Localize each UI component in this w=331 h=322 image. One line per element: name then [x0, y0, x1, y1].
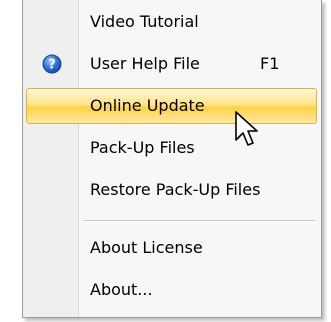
menu-item-label: About... [90, 280, 153, 299]
menu-item-label: Pack-Up Files [90, 138, 195, 157]
menu-item-online-update[interactable]: Online Update [26, 88, 317, 124]
menu-item-label: About License [90, 238, 203, 257]
menu-separator [83, 220, 315, 222]
menu-item-video-tutorial[interactable]: Video Tutorial [26, 4, 317, 40]
menu-item-label: Restore Pack-Up Files [90, 180, 261, 199]
menu-item-label: Online Update [90, 96, 205, 115]
menu-item-restore-pack-up-files[interactable]: Restore Pack-Up Files [26, 172, 317, 208]
arrow-cursor-icon [235, 111, 258, 146]
menu-item-about-license[interactable]: About License [26, 230, 317, 266]
help-icon: ? [42, 54, 62, 74]
menu-item-user-help-file[interactable]: ? User Help File F1 [26, 46, 317, 82]
svg-text:?: ? [48, 58, 56, 73]
menu-item-label: Video Tutorial [90, 12, 199, 31]
menu-item-about[interactable]: About... [26, 272, 317, 308]
dropdown-menu: Video Tutorial ? User Help File F1 Onlin… [22, 0, 322, 318]
shortcut-label: F1 [260, 54, 280, 73]
menu-item-pack-up-files[interactable]: Pack-Up Files [26, 130, 317, 166]
menu-item-label: User Help File [90, 54, 200, 73]
